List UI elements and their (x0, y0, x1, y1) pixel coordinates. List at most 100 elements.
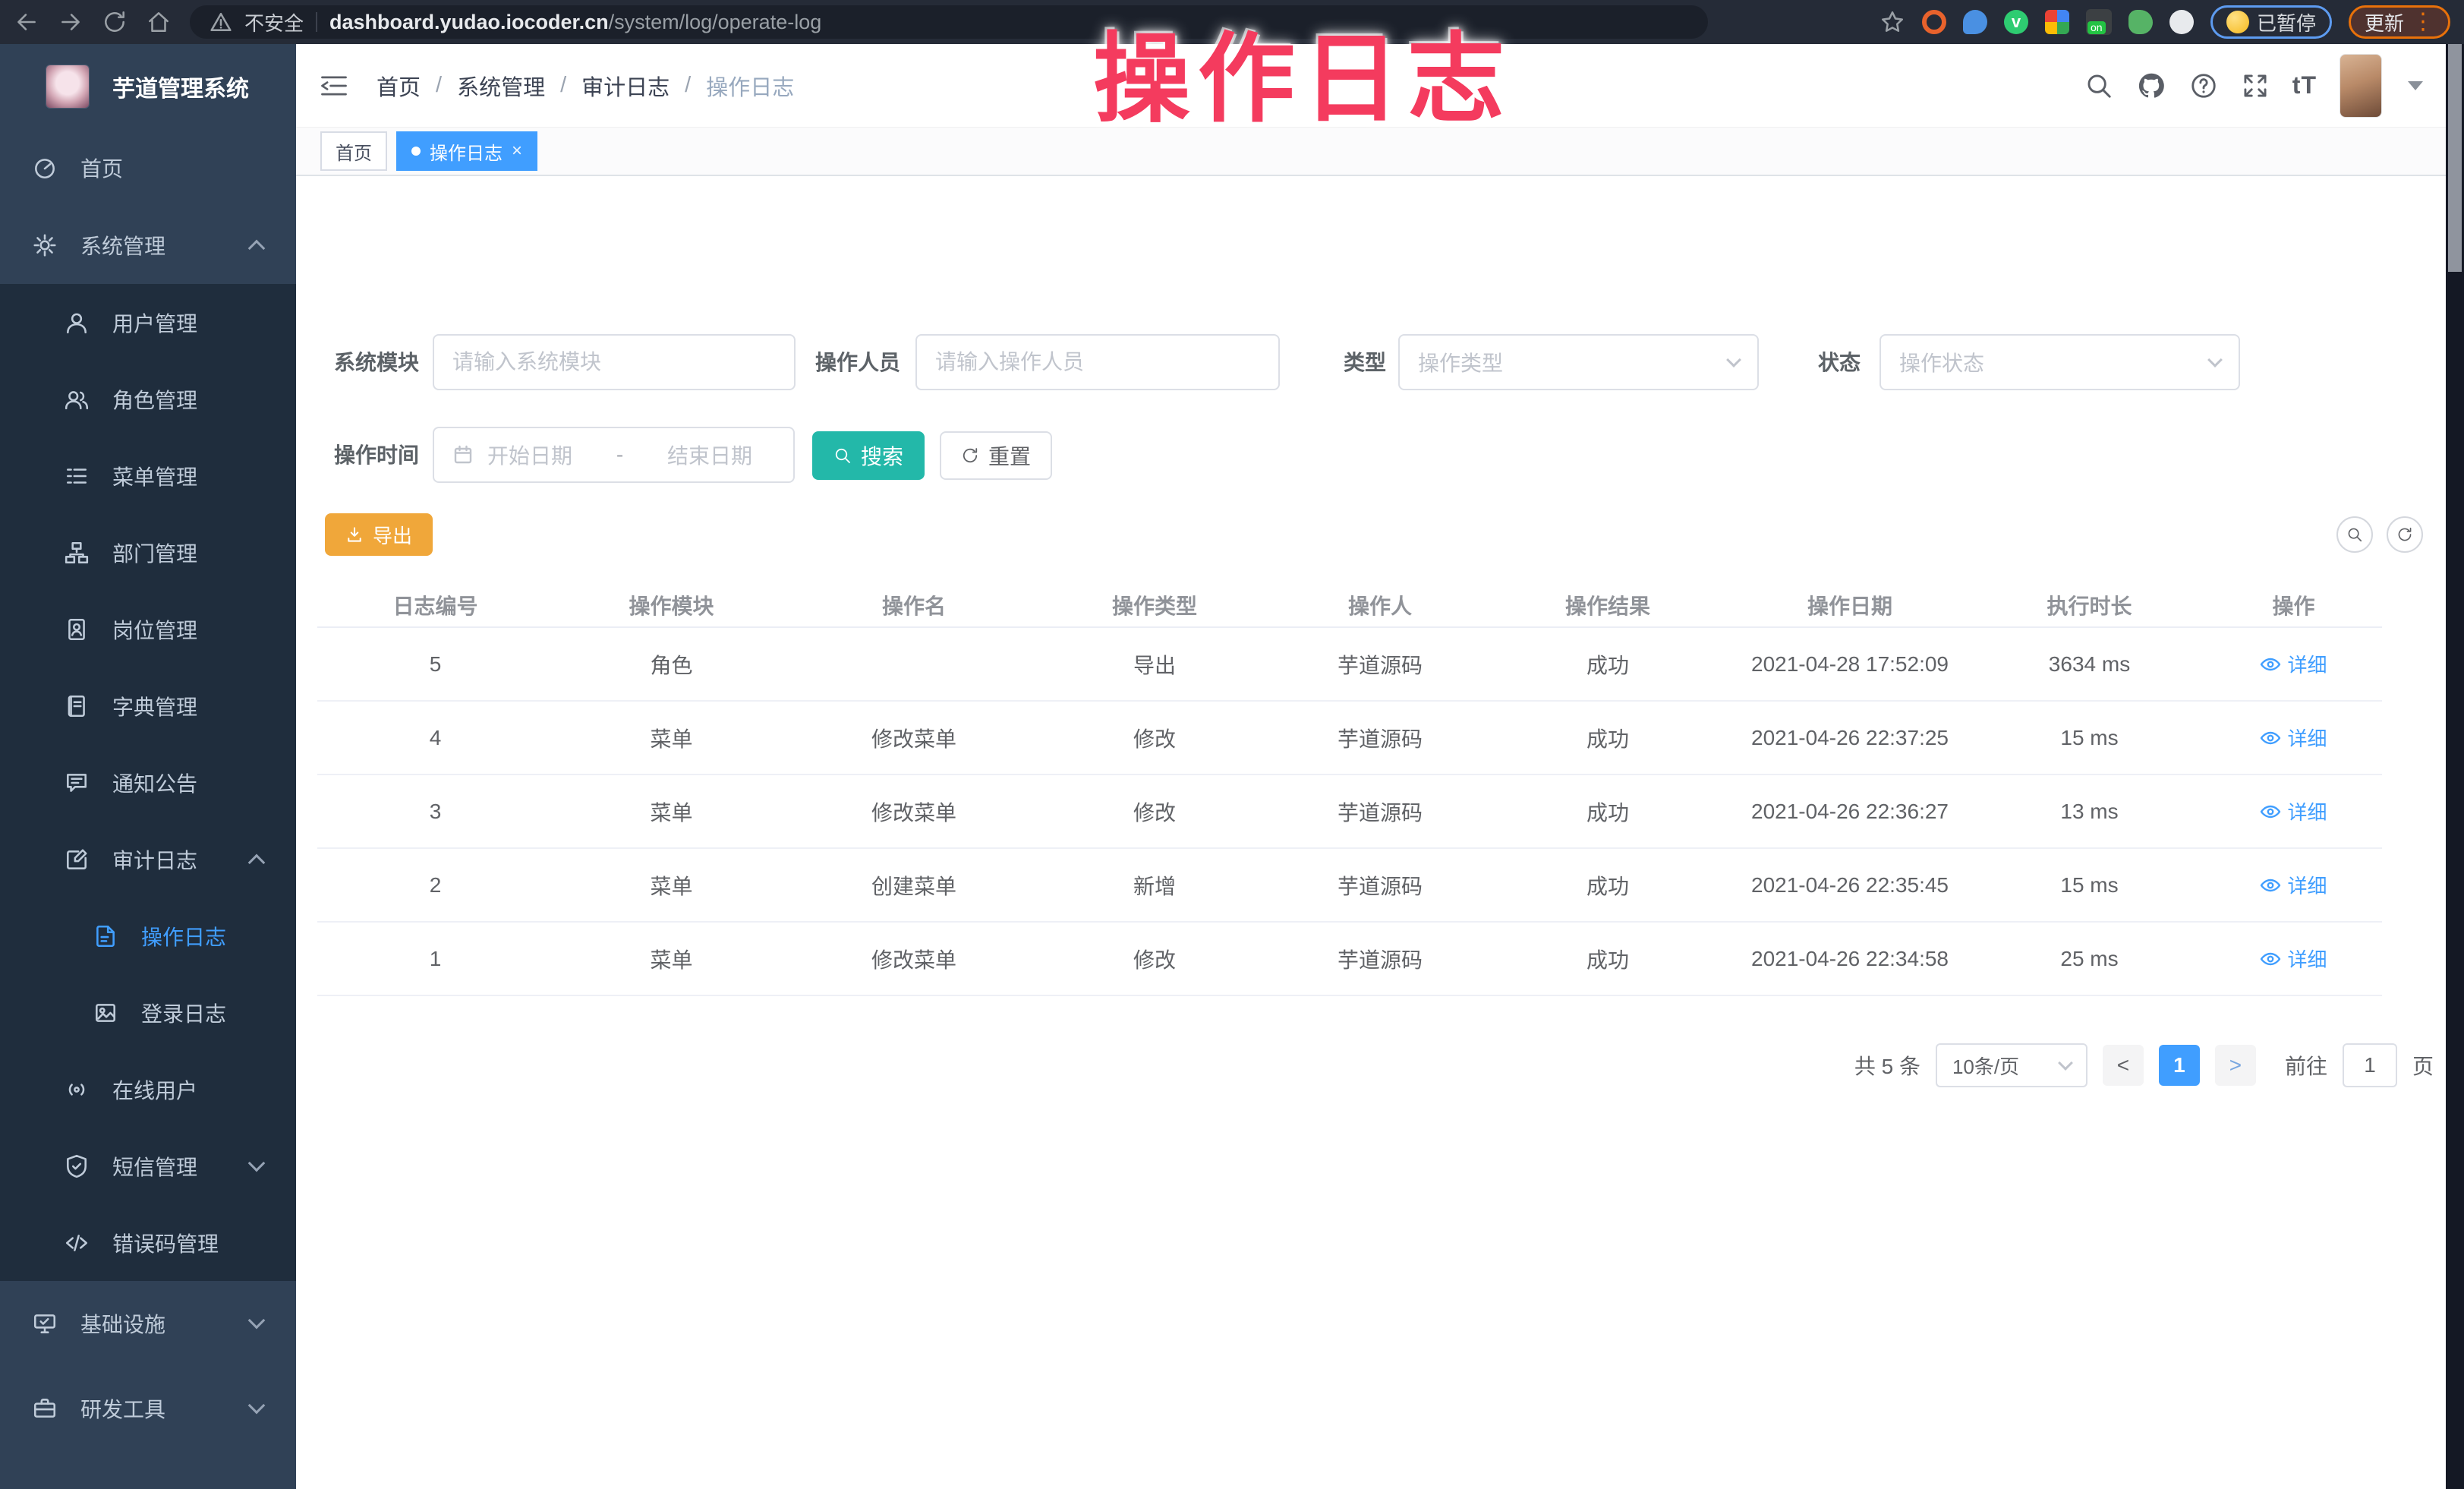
scrollbar-thumb[interactable] (2448, 44, 2462, 272)
goto-label: 前往 (2285, 1050, 2327, 1080)
table-cell: 修改 (1038, 922, 1271, 995)
app-title: 芋道管理系统 (112, 70, 249, 103)
sidebar-item-dept-mgmt[interactable]: 部门管理 (0, 514, 296, 591)
column-header: 操作模块 (553, 583, 789, 627)
detail-link-label: 详细 (2287, 945, 2327, 973)
sidebar-item-infrastructure[interactable]: 基础设施 (0, 1281, 296, 1366)
browser-forward-icon[interactable] (58, 9, 83, 35)
sidebar-item-audit-log[interactable]: 审计日志 (0, 821, 296, 898)
next-page-button[interactable]: > (2215, 1045, 2256, 1086)
sidebar-item-role-mgmt[interactable]: 角色管理 (0, 361, 296, 437)
extension-switch-icon[interactable]: on (2086, 9, 2112, 35)
github-icon[interactable] (2136, 71, 2166, 101)
browser-home-icon[interactable] (146, 9, 172, 35)
status-select-placeholder: 操作状态 (1899, 347, 1984, 377)
filter-time-label: 操作时间 (296, 427, 419, 484)
page-scrollbar[interactable] (2446, 44, 2464, 1489)
sidebar-item-home[interactable]: 首页 (0, 129, 296, 207)
reset-button-label: 重置 (988, 440, 1031, 471)
sidebar-item-online-users[interactable]: 在线用户 (0, 1051, 296, 1128)
sidebar-item-login-log[interactable]: 登录日志 (0, 974, 296, 1051)
table-cell: 3 (317, 774, 553, 848)
sidebar-item-menu-mgmt[interactable]: 菜单管理 (0, 437, 296, 514)
sidebar-item-user-mgmt[interactable]: 用户管理 (0, 284, 296, 361)
extension-grid-icon[interactable] (2045, 10, 2069, 34)
export-button[interactable]: 导出 (325, 513, 433, 556)
paused-label: 已暂停 (2257, 8, 2316, 36)
breadcrumb-separator: / (436, 73, 442, 98)
detail-link[interactable]: 详细 (2260, 797, 2327, 825)
date-range-picker[interactable]: 开始日期 - 结束日期 (433, 427, 795, 483)
status-select[interactable]: 操作状态 (1880, 334, 2240, 390)
operate-log-table: 日志编号 操作模块 操作名 操作类型 操作人 操作结果 操作日期 执行时长 操作… (317, 583, 2382, 996)
search-icon[interactable] (2084, 71, 2113, 100)
extension-blue-pin-icon[interactable] (1963, 10, 1987, 34)
current-page-button[interactable]: 1 (2159, 1045, 2200, 1086)
sidebar-collapse-icon[interactable] (319, 73, 349, 99)
prev-page-button[interactable]: < (2103, 1045, 2144, 1086)
browser-reload-icon[interactable] (102, 9, 128, 35)
extension-leaf-icon[interactable] (2128, 10, 2153, 34)
page-size-select[interactable]: 10条/页 (1936, 1043, 2087, 1087)
user-avatar[interactable] (2340, 54, 2382, 118)
eye-icon (2260, 657, 2281, 672)
search-button[interactable]: 搜索 (812, 431, 925, 480)
org-tree-icon (64, 540, 90, 566)
breadcrumb-item[interactable]: 首页 (377, 70, 421, 102)
tag-close-icon[interactable]: × (512, 142, 522, 160)
reset-button[interactable]: 重置 (940, 431, 1052, 480)
pagination: 共 5 条 10条/页 < 1 > 前往 页 (296, 1043, 2434, 1087)
sidebar-item-dev-tools[interactable]: 研发工具 (0, 1366, 296, 1451)
detail-link[interactable]: 详细 (2260, 724, 2327, 752)
sidebar-item-errcode-mgmt[interactable]: 错误码管理 (0, 1204, 296, 1281)
sidebar-item-operate-log[interactable]: 操作日志 (0, 898, 296, 974)
module-input[interactable] (433, 334, 796, 390)
bookmark-star-icon[interactable] (1880, 9, 1905, 35)
extension-orange-ring-icon[interactable] (1922, 10, 1946, 34)
detail-link[interactable]: 详细 (2260, 650, 2327, 678)
help-icon[interactable] (2189, 71, 2218, 100)
sidebar-item-label: 错误码管理 (112, 1228, 219, 1258)
refresh-table-button[interactable] (2387, 516, 2423, 553)
sidebar-item-label: 菜单管理 (112, 461, 197, 491)
paused-extension-pill[interactable]: 已暂停 (2210, 5, 2332, 39)
update-label: 更新 (2365, 8, 2404, 36)
toggle-search-button[interactable] (2336, 516, 2373, 553)
toolbox-icon (32, 1396, 58, 1421)
user-icon (64, 310, 90, 336)
table-cell: 修改菜单 (789, 774, 1038, 848)
avatar-caret-icon[interactable] (2408, 81, 2423, 90)
goto-page-input[interactable] (2343, 1043, 2397, 1087)
font-size-icon[interactable]: tT (2292, 71, 2317, 99)
browser-update-button[interactable]: 更新 ⋮ (2349, 5, 2450, 39)
code-icon (64, 1230, 90, 1256)
operator-input[interactable] (915, 334, 1280, 390)
sidebar-logo-row[interactable]: 芋道管理系统 (0, 44, 296, 129)
browser-back-icon[interactable] (14, 9, 39, 35)
sidebar-item-notice[interactable]: 通知公告 (0, 744, 296, 821)
url-text[interactable]: dashboard.yudao.iocoder.cn/system/log/op… (329, 11, 821, 34)
table-cell: 成功 (1489, 701, 1726, 774)
sidebar-item-post-mgmt[interactable]: 岗位管理 (0, 591, 296, 667)
table-cell: 修改 (1038, 774, 1271, 848)
type-select[interactable]: 操作类型 (1398, 334, 1759, 390)
table-cell: 角色 (553, 627, 789, 701)
breadcrumb-item[interactable]: 系统管理 (457, 70, 545, 102)
sidebar-item-system-mgmt[interactable]: 系统管理 (0, 207, 296, 284)
breadcrumb-item[interactable]: 审计日志 (581, 70, 670, 102)
browser-menu-kebab-icon[interactable]: ⋮ (2412, 11, 2434, 33)
table-cell-actions: 详细 (2205, 774, 2382, 848)
fullscreen-icon[interactable] (2241, 71, 2270, 100)
extension-on-badge: on (2087, 21, 2106, 34)
detail-link[interactable]: 详细 (2260, 871, 2327, 899)
table-cell: 成功 (1489, 774, 1726, 848)
extension-paw-icon[interactable] (2169, 10, 2194, 34)
sidebar-item-sms-mgmt[interactable]: 短信管理 (0, 1128, 296, 1204)
sidebar-item-dict-mgmt[interactable]: 字典管理 (0, 667, 296, 744)
detail-link-label: 详细 (2287, 871, 2327, 899)
sidebar-item-label: 登录日志 (141, 998, 226, 1028)
tag-operate-log[interactable]: 操作日志 × (396, 131, 537, 171)
tag-home[interactable]: 首页 (320, 131, 387, 171)
detail-link[interactable]: 详细 (2260, 945, 2327, 973)
extension-green-v-icon[interactable]: v (2004, 10, 2028, 34)
